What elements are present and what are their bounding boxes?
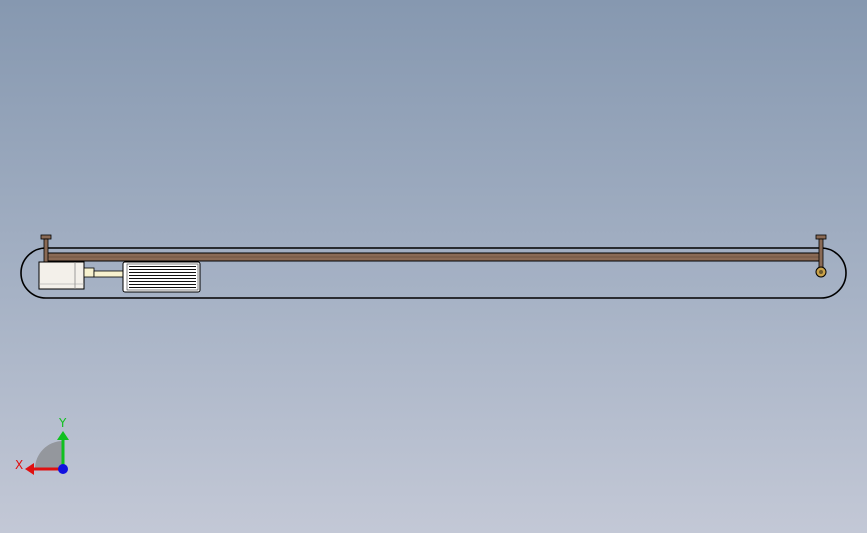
- coordinate-triad: Y X: [15, 416, 69, 475]
- triad-xy-plane-icon: [35, 441, 63, 469]
- x-axis-label: X: [15, 458, 23, 472]
- gearbox[interactable]: [38, 261, 85, 290]
- motor-coupling[interactable]: [83, 267, 125, 278]
- z-axis-dot: [58, 464, 68, 474]
- conveyor-assembly[interactable]: [20, 234, 847, 299]
- y-axis-label: Y: [58, 416, 67, 430]
- cad-graphics-area[interactable]: Y X: [0, 0, 867, 533]
- drive-motor[interactable]: [122, 261, 201, 293]
